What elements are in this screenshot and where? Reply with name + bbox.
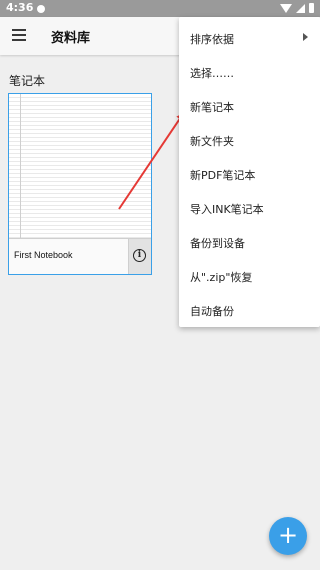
menu-item-label: 新笔记本 — [190, 101, 234, 114]
menu-item-label: 新文件夹 — [190, 135, 234, 148]
notebook-card[interactable]: First Notebook i — [8, 93, 152, 275]
signal-icon — [296, 3, 305, 13]
notebook-info-button[interactable]: i — [128, 239, 151, 274]
menu-item-label: 从".zip"恢复 — [190, 271, 253, 284]
menu-item-auto-backup[interactable]: 自动备份 — [179, 292, 320, 326]
notebook-footer: First Notebook i — [9, 238, 151, 274]
menu-item-new-notebook[interactable]: 新笔记本 — [179, 88, 320, 122]
notebooks-section-heading: 笔记本 — [9, 74, 46, 88]
status-icons — [280, 3, 314, 13]
chevron-right-icon — [303, 33, 308, 41]
notebook-name: First Notebook — [14, 250, 73, 260]
menu-item-new-pdf-notebook[interactable]: 新PDF笔记本 — [179, 156, 320, 190]
status-time: 4:36 — [6, 1, 34, 14]
plus-icon: + — [277, 521, 299, 549]
cover-margin-line — [20, 94, 21, 238]
menu-item-new-folder[interactable]: 新文件夹 — [179, 122, 320, 156]
menu-item-label: 自动备份 — [190, 305, 234, 318]
info-icon: i — [133, 249, 146, 262]
notification-dot-icon — [37, 5, 45, 13]
menu-item-label: 导入INK笔记本 — [190, 203, 264, 216]
notebook-cover[interactable] — [9, 94, 151, 238]
menu-item-sort-by[interactable]: 排序依据 — [179, 20, 320, 54]
menu-item-select[interactable]: 选择…… — [179, 54, 320, 88]
add-fab-button[interactable]: + — [269, 517, 307, 555]
hamburger-menu-icon[interactable] — [12, 29, 26, 41]
menu-item-import-ink-notebook[interactable]: 导入INK笔记本 — [179, 190, 320, 224]
wifi-icon — [280, 3, 292, 13]
overflow-menu: 排序依据 选择…… 新笔记本 新文件夹 新PDF笔记本 导入INK笔记本 备份到… — [179, 17, 320, 327]
menu-item-label: 新PDF笔记本 — [190, 169, 256, 182]
menu-item-label: 排序依据 — [190, 33, 234, 46]
page-title: 资料库 — [51, 31, 91, 46]
menu-item-backup-to-device[interactable]: 备份到设备 — [179, 224, 320, 258]
menu-item-label: 选择…… — [190, 67, 234, 80]
status-bar: 4:36 — [0, 0, 320, 17]
menu-item-label: 备份到设备 — [190, 237, 245, 250]
menu-item-restore-from-zip[interactable]: 从".zip"恢复 — [179, 258, 320, 292]
battery-icon — [309, 3, 314, 13]
